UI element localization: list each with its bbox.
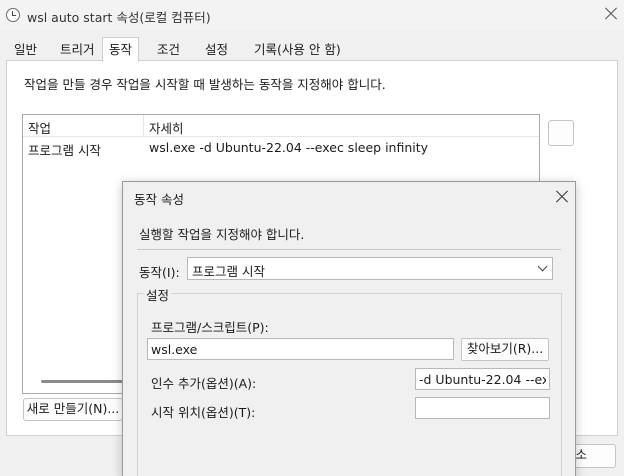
actions-instruction: 작업을 만들 경우 작업을 시작할 때 발생하는 동작을 지정해야 합니다. — [24, 77, 386, 92]
tab-strip: 일반 트리거 동작 조건 설정 기록(사용 안 함) — [6, 37, 618, 62]
tab-conditions[interactable]: 조건 — [151, 40, 186, 61]
tab-settings[interactable]: 설정 — [199, 40, 234, 61]
clock-icon — [6, 8, 20, 22]
close-icon[interactable] — [601, 4, 621, 24]
divider — [137, 249, 561, 250]
action-select-value: 프로그램 시작 — [192, 264, 265, 279]
tab-actions[interactable]: 동작 — [102, 37, 140, 62]
move-up-button[interactable] — [548, 120, 574, 146]
window-title: wsl auto start 속성(로컬 컴퓨터) — [27, 10, 211, 25]
tab-general[interactable]: 일반 — [8, 40, 43, 61]
dialog-instruction: 실행할 작업을 지정해야 합니다. — [139, 227, 305, 242]
action-label: 동작(I): — [139, 265, 180, 280]
tab-triggers[interactable]: 트리거 — [54, 40, 101, 61]
table-row[interactable]: 프로그램 시작 wsl.exe -d Ubuntu-22.04 --exec s… — [23, 138, 539, 158]
program-label: 프로그램/스크립트(P): — [151, 320, 269, 335]
browse-button[interactable]: 찾아보기(R)... — [461, 338, 549, 361]
start-in-label: 시작 위치(옵션)(T): — [151, 405, 256, 420]
settings-group-label: 설정 — [144, 285, 172, 304]
tab-history[interactable]: 기록(사용 안 함) — [248, 40, 347, 61]
start-in-input[interactable] — [415, 397, 550, 419]
args-input[interactable] — [415, 368, 550, 390]
action-properties-dialog: 동작 속성 실행할 작업을 지정해야 합니다. 동작(I): 프로그램 시작 설… — [122, 181, 576, 476]
row-action: 프로그램 시작 — [28, 143, 101, 158]
title-bar: wsl auto start 속성(로컬 컴퓨터) — [0, 0, 624, 30]
column-action[interactable]: 작업 — [28, 118, 51, 137]
list-header: 작업 자세히 — [23, 115, 539, 137]
close-icon[interactable] — [553, 188, 571, 206]
args-label: 인수 추가(옵션)(A): — [151, 376, 257, 391]
column-separator[interactable] — [143, 115, 144, 137]
dialog-title: 동작 속성 — [134, 192, 184, 207]
new-action-button[interactable]: 새로 만들기(N)... — [23, 398, 123, 421]
row-details: wsl.exe -d Ubuntu-22.04 --exec sleep inf… — [149, 140, 429, 155]
action-select[interactable]: 프로그램 시작 — [187, 257, 553, 280]
program-input[interactable] — [147, 338, 454, 360]
chevron-down-icon — [537, 261, 548, 272]
column-details[interactable]: 자세히 — [149, 118, 184, 137]
